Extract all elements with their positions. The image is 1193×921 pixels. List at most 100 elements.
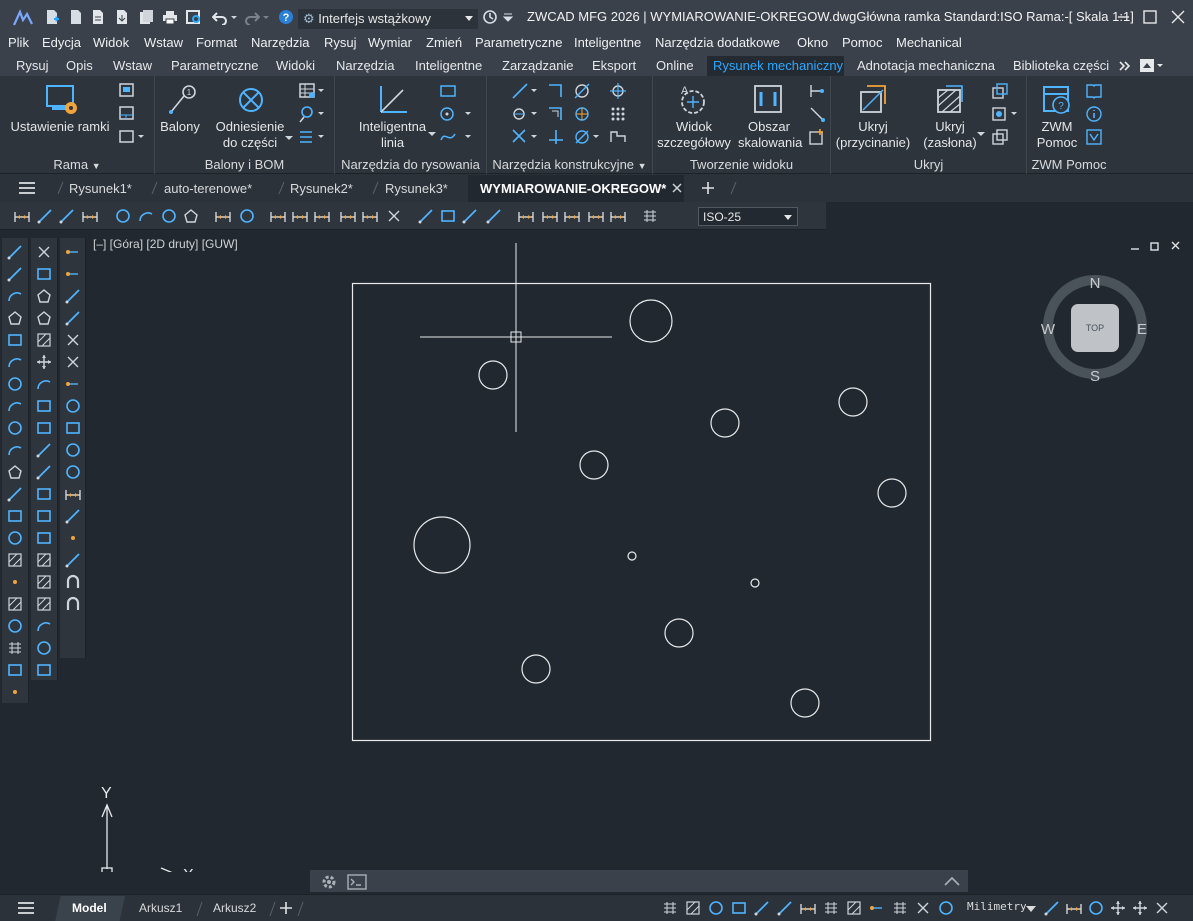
compass-n[interactable]: N bbox=[1090, 275, 1101, 292]
draw-tool-3[interactable] bbox=[8, 292, 22, 302]
zwm-help-label-2[interactable]: Pomoc bbox=[1027, 135, 1087, 151]
hide-layers-icon[interactable] bbox=[991, 82, 1009, 100]
draw-tool-21[interactable] bbox=[13, 690, 17, 694]
workspace-settings-icon[interactable] bbox=[482, 9, 498, 25]
status-right-3[interactable] bbox=[1089, 901, 1103, 915]
smart-line-label-2[interactable]: linia bbox=[345, 135, 440, 151]
panel-construction-title[interactable]: Narzędzia konstrukcyjne ▼ bbox=[487, 157, 652, 172]
modify-tool-13[interactable] bbox=[37, 510, 51, 522]
modify-tool-1[interactable] bbox=[38, 246, 50, 258]
tab-insert[interactable]: Wstaw bbox=[113, 58, 152, 73]
modify-tool-16[interactable] bbox=[37, 575, 51, 589]
redo-dropdown-icon[interactable] bbox=[262, 9, 270, 25]
detail-view-label-1[interactable]: Widok bbox=[653, 119, 735, 135]
part-reference-label-1[interactable]: Odniesienie bbox=[210, 119, 290, 135]
doc-tab-rysunek2[interactable]: Rysunek2* bbox=[290, 181, 353, 196]
menu-modify[interactable]: Zmień bbox=[426, 35, 462, 50]
circle-11[interactable] bbox=[521, 654, 551, 684]
menu-help[interactable]: Pomoc bbox=[842, 35, 882, 50]
menu-smart[interactable]: Inteligentne bbox=[574, 35, 641, 50]
version-icon[interactable] bbox=[1085, 128, 1103, 146]
snap-tool-10[interactable] bbox=[66, 443, 80, 457]
draw-tool-4[interactable] bbox=[8, 311, 22, 325]
frame-edit-icon[interactable] bbox=[118, 82, 136, 100]
minimize-button[interactable] bbox=[1108, 6, 1138, 28]
dim-tool-6[interactable] bbox=[139, 212, 153, 222]
draw-tool-19[interactable] bbox=[9, 642, 21, 654]
section-line-icon[interactable] bbox=[808, 105, 826, 123]
smart-line-label-1[interactable]: Inteligentna bbox=[345, 119, 440, 135]
modify-tool-12[interactable] bbox=[37, 488, 51, 500]
dim-tool-17[interactable] bbox=[418, 209, 433, 224]
dimension-style-select[interactable]: ISO-25 bbox=[698, 207, 798, 226]
scale-area-label-1[interactable]: Obszar bbox=[738, 119, 800, 135]
draw-tool-18[interactable] bbox=[8, 619, 22, 633]
dim-tool-13[interactable] bbox=[314, 212, 330, 222]
status-toggle-5[interactable] bbox=[754, 901, 769, 916]
tab-parametric[interactable]: Parametryczne bbox=[171, 58, 258, 73]
part-reference-icon[interactable] bbox=[233, 82, 269, 118]
snap-tool-7[interactable] bbox=[66, 382, 78, 386]
dim-tool-10[interactable] bbox=[240, 209, 254, 223]
modify-tool-6[interactable] bbox=[37, 355, 51, 369]
detail-view-label-2[interactable]: szczegółowy bbox=[653, 135, 735, 151]
tab-smart[interactable]: Inteligentne bbox=[415, 58, 482, 73]
circle-12[interactable] bbox=[790, 688, 820, 718]
modify-tool-17[interactable] bbox=[37, 597, 51, 611]
status-right-icons[interactable] bbox=[1040, 895, 1193, 921]
rectangle-icon[interactable] bbox=[439, 82, 457, 100]
dim-tool-3[interactable] bbox=[59, 209, 74, 224]
drawing-canvas[interactable]: Y X TOP N S E W bbox=[88, 232, 1193, 872]
tab-parts-library[interactable]: Biblioteka części bbox=[1013, 58, 1109, 73]
dim-tool-1[interactable] bbox=[14, 212, 30, 222]
frame-list-icon[interactable] bbox=[118, 128, 146, 146]
part-reference-dropdown-icon[interactable] bbox=[285, 134, 293, 142]
status-toggle-2[interactable] bbox=[686, 901, 700, 915]
dim-tool-26[interactable] bbox=[644, 210, 656, 222]
dim-tool-5[interactable] bbox=[116, 209, 130, 223]
status-toggle-icons[interactable] bbox=[658, 895, 963, 921]
status-toggle-9[interactable] bbox=[847, 901, 861, 915]
info-icon[interactable] bbox=[1085, 105, 1103, 123]
modify-tool-10[interactable] bbox=[36, 443, 51, 458]
crosshair-icon[interactable] bbox=[609, 82, 627, 100]
draw-tool-20[interactable] bbox=[8, 664, 22, 676]
snap-tool-17[interactable] bbox=[66, 596, 80, 610]
modify-tool-20[interactable] bbox=[37, 664, 51, 676]
draw-tool-5[interactable] bbox=[8, 334, 22, 346]
circle-tangent2-icon[interactable] bbox=[573, 105, 591, 123]
draw-tool-1[interactable] bbox=[7, 245, 22, 260]
break-line-icon[interactable] bbox=[808, 82, 826, 100]
units-select[interactable]: Milimetry bbox=[967, 900, 1027, 913]
draw-tool-2[interactable] bbox=[7, 267, 22, 282]
balloon-search-icon[interactable] bbox=[298, 105, 326, 123]
tab-export[interactable]: Eksport bbox=[592, 58, 636, 73]
tab-mechanical-annotation[interactable]: Adnotacja mechaniczna bbox=[857, 58, 995, 73]
bisector-icon[interactable] bbox=[547, 128, 565, 146]
doc-tab-rysunek3[interactable]: Rysunek3* bbox=[385, 181, 448, 196]
draw-tool-icons[interactable] bbox=[2, 238, 29, 703]
status-toggle-13[interactable] bbox=[939, 901, 953, 915]
snap-tool-3[interactable] bbox=[65, 289, 80, 304]
dim-tool-8[interactable] bbox=[184, 209, 198, 223]
layout-tab-model[interactable]: Model bbox=[72, 901, 107, 915]
command-prompt-icon[interactable] bbox=[347, 873, 367, 891]
status-toggle-4[interactable] bbox=[732, 902, 746, 914]
dim-tool-15[interactable] bbox=[362, 212, 378, 222]
status-toggle-8[interactable] bbox=[825, 902, 837, 914]
open-folder-icon[interactable] bbox=[90, 9, 106, 25]
circle-5[interactable] bbox=[579, 450, 609, 480]
snap-tool-15[interactable] bbox=[65, 553, 80, 568]
hide-object-icon[interactable] bbox=[991, 105, 1021, 123]
balloon-icon[interactable]: 1 bbox=[163, 82, 199, 118]
balloons-label[interactable]: Balony bbox=[155, 119, 205, 135]
viewport-close-icon[interactable] bbox=[1171, 241, 1180, 250]
circle-6[interactable] bbox=[877, 478, 907, 508]
center-mark-icon[interactable] bbox=[439, 105, 473, 123]
dim-tool-14[interactable] bbox=[340, 212, 356, 222]
units-dropdown-icon[interactable] bbox=[1026, 905, 1036, 913]
circle-1[interactable] bbox=[629, 299, 673, 343]
new-file-icon[interactable] bbox=[44, 9, 60, 25]
snap-tool-5[interactable] bbox=[67, 334, 79, 346]
circle-8[interactable] bbox=[627, 551, 637, 561]
